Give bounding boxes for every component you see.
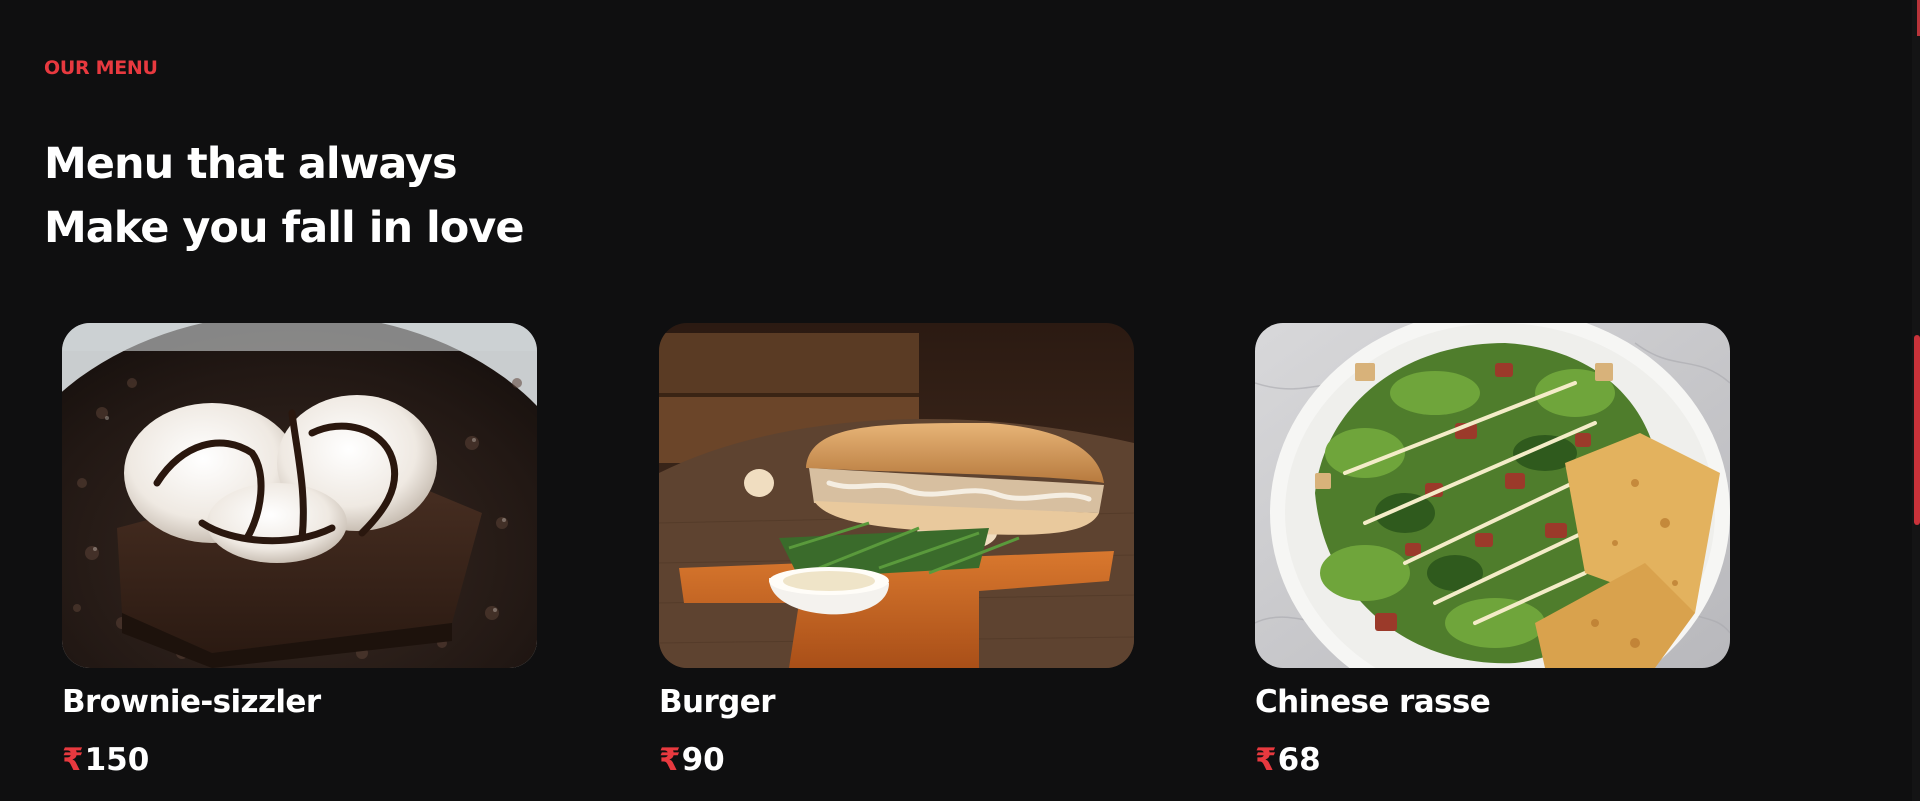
rupee-icon: ₹ xyxy=(62,742,84,778)
scrollbar-thumb[interactable] xyxy=(1914,335,1920,525)
menu-card-chinese-rasse[interactable]: Chinese rasse ₹ 68 xyxy=(1255,323,1730,780)
headline-line-1: Menu that always xyxy=(44,139,458,189)
menu-item-name: Burger xyxy=(659,684,775,720)
menu-item-price: ₹ 68 xyxy=(1255,740,1730,780)
menu-item-name: Brownie-sizzler xyxy=(62,684,321,720)
menu-card-brownie-sizzler[interactable]: Brownie-sizzler ₹ 150 xyxy=(62,323,537,780)
headline-line-2: Make you fall in love xyxy=(44,203,525,253)
menu-item-price: ₹ 150 xyxy=(62,740,537,780)
burger-photo xyxy=(659,323,1134,668)
section-eyebrow: OUR MENU xyxy=(44,57,158,79)
menu-card-burger[interactable]: Burger ₹ 90 xyxy=(659,323,1134,780)
rupee-icon: ₹ xyxy=(1255,742,1277,778)
price-value: 68 xyxy=(1277,742,1321,778)
menu-section: OUR MENU Menu that always Make you fall … xyxy=(0,0,1920,801)
brownie-sizzler-photo xyxy=(62,323,537,668)
salad-photo xyxy=(1255,323,1730,668)
section-headline: Menu that always Make you fall in love xyxy=(44,132,525,260)
menu-item-price: ₹ 90 xyxy=(659,740,1134,780)
price-value: 90 xyxy=(681,742,725,778)
price-value: 150 xyxy=(84,742,150,778)
menu-item-name: Chinese rasse xyxy=(1255,684,1491,720)
page-scrollbar[interactable] xyxy=(1912,0,1920,801)
rupee-icon: ₹ xyxy=(659,742,681,778)
